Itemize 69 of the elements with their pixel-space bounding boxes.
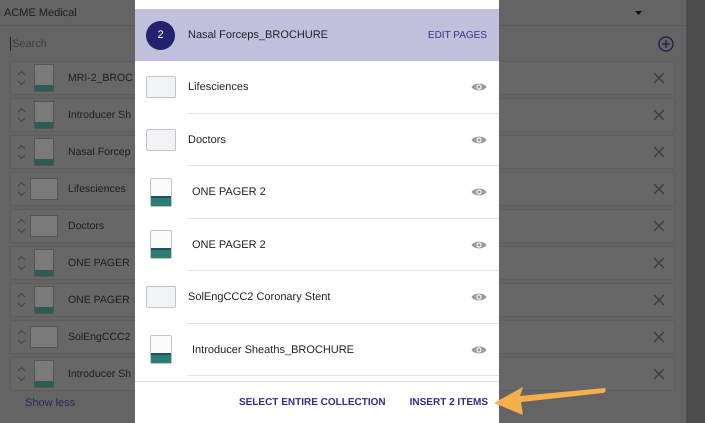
item-title: Doctors bbox=[68, 220, 104, 232]
item-title: ONE PAGER 2 bbox=[192, 238, 266, 251]
close-icon[interactable] bbox=[653, 331, 665, 343]
close-icon[interactable] bbox=[653, 146, 665, 158]
close-icon[interactable] bbox=[653, 220, 665, 232]
reorder-arrows-icon[interactable] bbox=[17, 365, 26, 383]
item-title: Doctors bbox=[188, 134, 226, 146]
count-badge: 2 bbox=[146, 20, 175, 50]
item-title: Lifesciences bbox=[68, 183, 126, 195]
reorder-arrows-icon[interactable] bbox=[17, 254, 26, 272]
document-thumbnail bbox=[150, 230, 172, 260]
item-title: Introducer Sheaths_BROCHURE bbox=[192, 344, 354, 356]
dropdown-caret-icon[interactable] bbox=[635, 10, 642, 14]
item-title: ONE PAGER bbox=[68, 257, 130, 269]
document-thumbnail bbox=[150, 335, 172, 364]
eye-icon[interactable] bbox=[471, 186, 487, 198]
document-thumbnail bbox=[34, 64, 54, 92]
item-title: Introducer Sh bbox=[68, 109, 132, 121]
reorder-arrows-icon[interactable] bbox=[17, 328, 26, 346]
document-thumbnail bbox=[34, 249, 54, 277]
text-button[interactable]: SELECT ENTIRE COLLECTION bbox=[238, 395, 386, 410]
eye-icon[interactable] bbox=[471, 238, 487, 251]
reorder-arrows-icon[interactable] bbox=[17, 291, 26, 309]
eye-icon[interactable] bbox=[471, 291, 487, 304]
document-thumbnail bbox=[34, 101, 54, 129]
close-icon[interactable] bbox=[653, 257, 665, 269]
add-circle-icon[interactable] bbox=[658, 36, 674, 52]
image-thumbnail bbox=[30, 326, 58, 348]
item-title: MRI-2_BROC bbox=[68, 72, 133, 84]
selected-item[interactable]: 2 Nasal Forceps_BROCHURE EDIT PAGES bbox=[135, 9, 499, 61]
close-icon[interactable] bbox=[653, 368, 665, 380]
document-thumbnail bbox=[34, 286, 54, 314]
text-button[interactable]: INSERT 2 ITEMS bbox=[410, 395, 488, 410]
list-item[interactable]: Lifesciences bbox=[135, 61, 499, 114]
eye-icon[interactable] bbox=[471, 81, 487, 94]
close-icon[interactable] bbox=[653, 72, 665, 84]
list-item[interactable]: Doctors bbox=[135, 114, 499, 166]
document-thumbnail bbox=[34, 360, 54, 388]
close-icon[interactable] bbox=[653, 183, 665, 195]
reorder-arrows-icon[interactable] bbox=[17, 180, 26, 198]
item-title: Introducer Sh bbox=[68, 368, 132, 380]
reorder-arrows-icon[interactable] bbox=[17, 217, 26, 235]
list-item[interactable]: SolEngCCC2 Coronary Stent bbox=[135, 271, 499, 324]
image-thumbnail bbox=[30, 178, 58, 200]
item-title: ONE PAGER bbox=[68, 294, 130, 306]
image-thumbnail bbox=[146, 286, 176, 308]
image-thumbnail bbox=[146, 76, 176, 98]
document-thumbnail bbox=[150, 178, 172, 207]
close-icon[interactable] bbox=[653, 109, 665, 121]
account-title: ACME Medical bbox=[4, 6, 77, 18]
item-title: SolEngCCC2 bbox=[68, 331, 130, 343]
image-thumbnail bbox=[146, 128, 176, 151]
reorder-arrows-icon[interactable] bbox=[17, 69, 26, 87]
item-title: Nasal Forceps_BROCHURE bbox=[188, 29, 328, 41]
close-icon[interactable] bbox=[653, 294, 665, 306]
item-title: SolEngCCC2 Coronary Stent bbox=[188, 291, 330, 304]
eye-icon[interactable] bbox=[471, 344, 487, 356]
document-thumbnail bbox=[34, 138, 54, 166]
item-title: ONE PAGER 2 bbox=[192, 186, 266, 198]
reorder-arrows-icon[interactable] bbox=[17, 106, 26, 124]
edit-pages-button[interactable]: EDIT PAGES bbox=[428, 30, 487, 40]
eye-icon[interactable] bbox=[471, 134, 487, 146]
reorder-arrows-icon[interactable] bbox=[17, 143, 26, 161]
item-title: Lifesciences bbox=[188, 81, 249, 94]
list-item[interactable]: ONE PAGER 2 bbox=[135, 166, 499, 218]
list-item[interactable]: ONE PAGER 2 bbox=[135, 218, 499, 271]
list-item[interactable]: Introducer Sheaths_BROCHURE bbox=[135, 324, 499, 376]
item-title: Nasal Forcep bbox=[68, 146, 130, 158]
image-thumbnail bbox=[30, 215, 58, 237]
